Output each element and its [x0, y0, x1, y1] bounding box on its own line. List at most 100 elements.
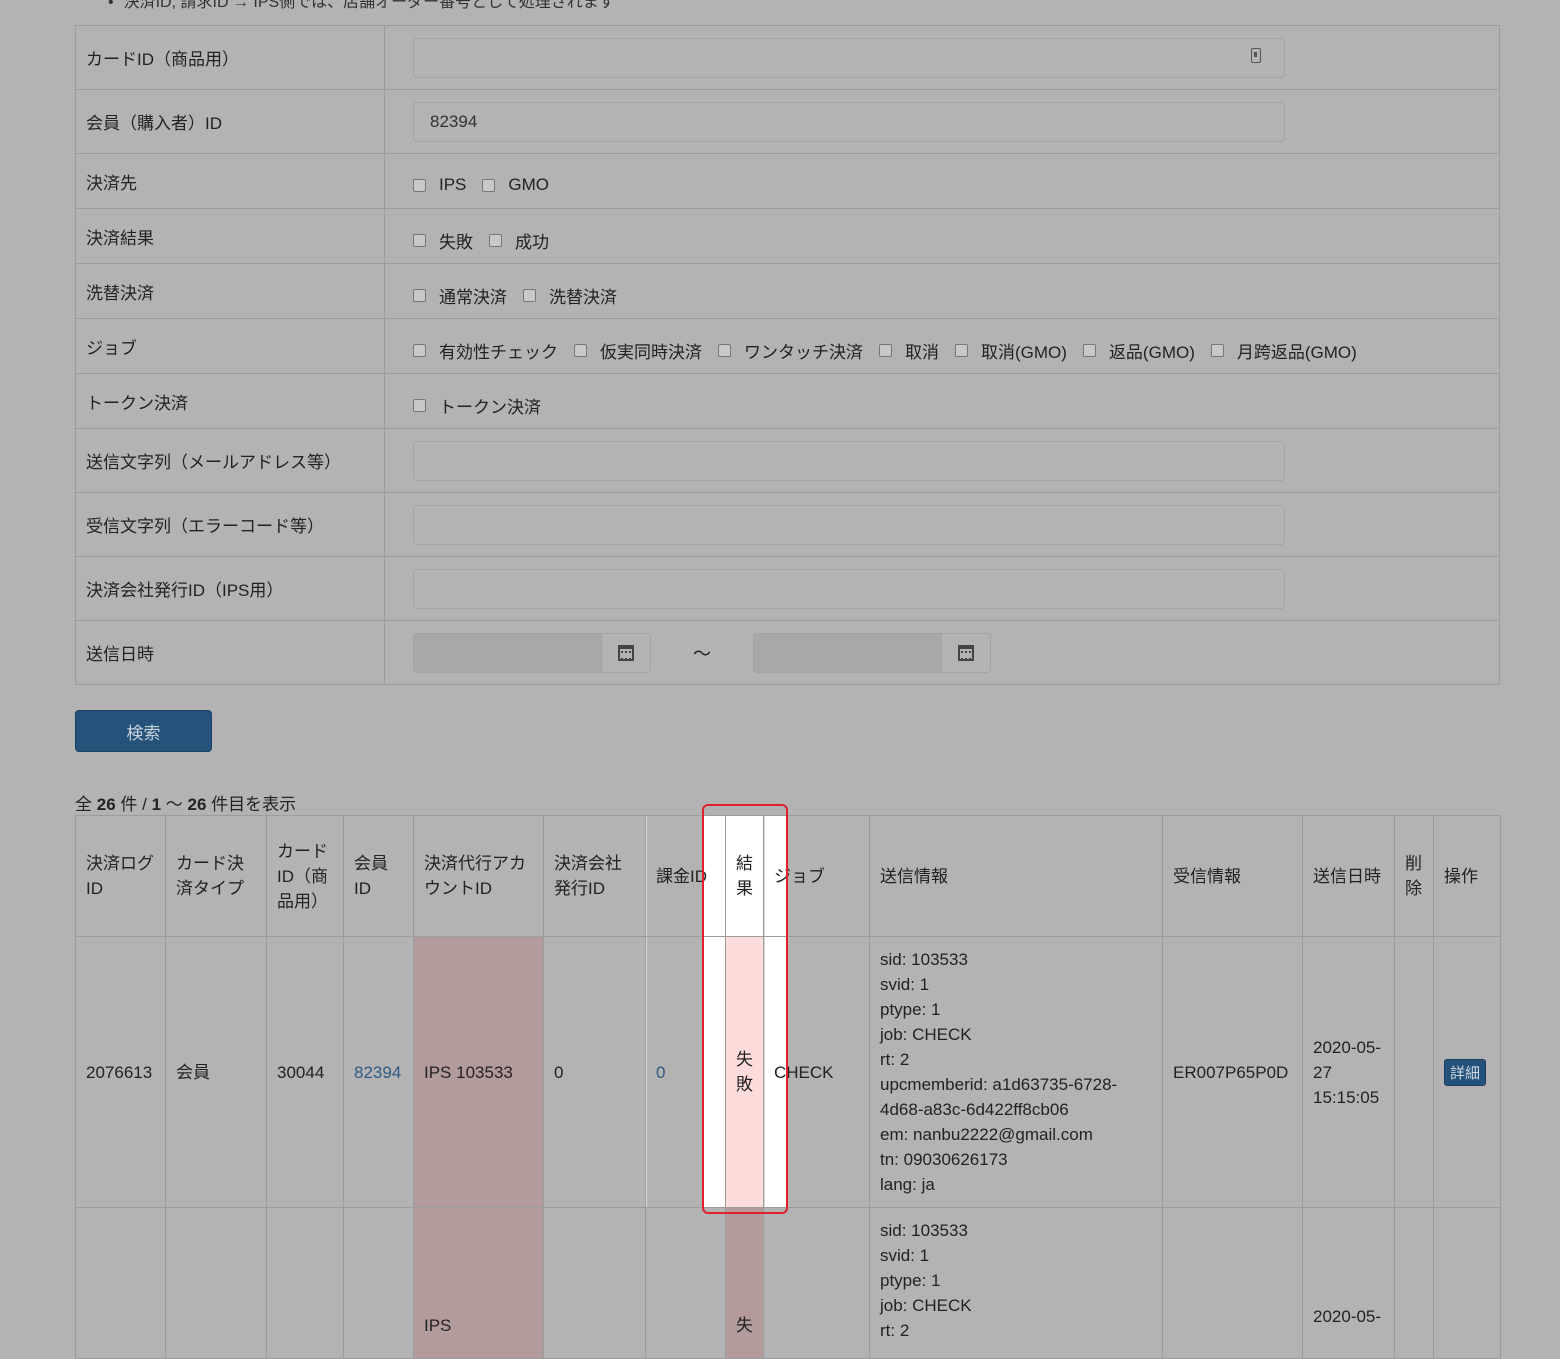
search-button[interactable]: 検索 — [75, 710, 212, 752]
table-row: IPS 失 sid: 103533 svid: 1 ptype: 1 job: … — [75, 1207, 1501, 1359]
result-label: 決済結果 — [75, 208, 385, 264]
send-info-line: tn: 09030626173 — [880, 1150, 1008, 1169]
charge-id-link[interactable]: 0 — [656, 1063, 665, 1082]
switch-replace-checkbox[interactable] — [523, 288, 536, 302]
top-note: 決済ID, 請求ID → IPS側では、店舗オーダー番号として処理されます — [108, 0, 615, 12]
col-header: 課金ID — [645, 815, 726, 937]
result-fail-checkbox[interactable] — [413, 233, 426, 247]
card-id-cell: 30044 — [266, 936, 344, 1208]
result-success-label: 成功 — [515, 232, 549, 252]
col-header: 送信情報 — [869, 815, 1163, 937]
member-id-input[interactable] — [413, 101, 1285, 142]
token-option-label: トークン決済 — [439, 397, 541, 417]
action-cell: 詳細 — [1433, 936, 1501, 1208]
payee-ips-label: IPS — [439, 175, 467, 194]
account-id-text: IPS — [424, 1316, 452, 1335]
send-string-input[interactable] — [413, 440, 1285, 481]
col-header: ジョブ — [763, 815, 870, 937]
col-header-result: 結果 — [725, 815, 764, 937]
member-id-cell: 82394 — [343, 936, 414, 1208]
send-date-cell: 2020-05-27 15:15:05 — [1302, 936, 1395, 1208]
send-date-cell: 2020-05- — [1302, 1207, 1395, 1359]
payee-gmo-label: GMO — [508, 175, 550, 194]
switch-normal-checkbox[interactable] — [413, 288, 426, 302]
payee-label: 決済先 — [75, 153, 385, 209]
col-header: 会員ID — [343, 815, 414, 937]
send-info-line: sid: 103533 — [880, 950, 968, 969]
job-option-label: 取消(GMO) — [981, 342, 1067, 362]
job-cancel-gmo-checkbox[interactable] — [955, 343, 968, 357]
col-header: 決済ログID — [75, 815, 166, 937]
col-header: カード決済タイプ — [165, 815, 267, 937]
job-cancel-checkbox[interactable] — [879, 343, 892, 357]
contact-card-icon — [1251, 48, 1261, 63]
job-auth-capture-checkbox[interactable] — [574, 343, 587, 357]
send-info-line: rt: 2 — [880, 1050, 910, 1069]
send-info-line: svid: 1 — [880, 975, 930, 994]
send-info-line: upcmemberid: a1d63735-6728-4d68-a83c-6d4… — [880, 1075, 1118, 1119]
member-id-label: 会員（購入者）ID — [75, 89, 385, 154]
job-label: ジョブ — [75, 318, 385, 374]
col-header: 操作 — [1433, 815, 1501, 937]
delete-cell — [1394, 936, 1434, 1208]
send-info-cell: sid: 103533 svid: 1 ptype: 1 job: CHECK … — [869, 1207, 1163, 1359]
payee-ips-checkbox[interactable] — [413, 178, 426, 192]
calendar-icon — [618, 644, 634, 661]
job-return-gmo-checkbox[interactable] — [1082, 343, 1096, 357]
payee-gmo-checkbox[interactable] — [482, 178, 496, 192]
send-info-line: ptype: 1 — [880, 1000, 941, 1019]
col-header: カードID（商品用） — [266, 815, 344, 937]
result-count: 全 26 件 / 1 ～ 26 件目を表示 — [75, 795, 297, 814]
send-date-to-input[interactable] — [753, 632, 941, 673]
calendar-icon — [958, 644, 974, 661]
send-info-line: svid: 1 — [880, 1246, 930, 1265]
col-header: 受信情報 — [1162, 815, 1303, 937]
job-onetouch-checkbox[interactable] — [718, 343, 731, 357]
charge-id-cell: 0 — [645, 936, 726, 1208]
token-label: トークン決済 — [75, 373, 385, 429]
recv-string-input[interactable] — [413, 504, 1285, 545]
account-id-cell: IPS 103533 — [413, 936, 544, 1208]
job-validity-checkbox[interactable] — [413, 343, 426, 357]
send-info-line: ptype: 1 — [880, 1271, 941, 1290]
send-info-line: job: CHECK — [880, 1025, 972, 1044]
card-id-input[interactable] — [413, 37, 1285, 78]
account-id-cell: IPS — [413, 1207, 544, 1359]
send-date-text: 2020-05- — [1313, 1307, 1382, 1326]
result-cell: 失敗 — [725, 936, 764, 1208]
recv-string-label: 受信文字列（エラーコード等） — [75, 492, 385, 557]
col-header: 送信日時 — [1302, 815, 1395, 937]
table-row: 2076613 会員 30044 82394 IPS 103533 0 0 失敗… — [75, 936, 1501, 1208]
issuer-id-input[interactable] — [413, 568, 1285, 609]
send-info-line: rt: 2 — [880, 1321, 910, 1340]
send-date-from-input[interactable] — [413, 632, 601, 673]
member-id-link[interactable]: 82394 — [354, 1063, 401, 1082]
col-header: 削除 — [1394, 815, 1434, 937]
job-cell: CHECK — [763, 936, 870, 1208]
send-date-from-calendar-button[interactable] — [601, 632, 651, 673]
send-string-label: 送信文字列（メールアドレス等） — [75, 428, 385, 493]
date-range-tilde: ～ — [693, 643, 711, 664]
detail-button[interactable]: 詳細 — [1444, 1058, 1487, 1086]
recv-info-cell: ER007P65P0D — [1162, 936, 1303, 1208]
table-header-row: 決済ログID カード決済タイプ カードID（商品用） 会員ID 決済代行アカウン… — [75, 815, 1501, 937]
issuer-id-cell: 0 — [543, 936, 646, 1208]
switch-label: 洗替決済 — [75, 263, 385, 319]
search-form: カードID（商品用） 会員（購入者）ID 決済先 IPS GMO 決済結果 失敗… — [75, 25, 1500, 685]
job-cross-month-return-gmo-checkbox[interactable] — [1210, 343, 1224, 357]
switch-normal-label: 通常決済 — [439, 287, 507, 307]
result-success-checkbox[interactable] — [489, 233, 502, 247]
send-info-line: job: CHECK — [880, 1296, 972, 1315]
card-type-cell: 会員 — [165, 936, 267, 1208]
switch-replace-label: 洗替決済 — [549, 287, 617, 307]
send-date-to-calendar-button[interactable] — [941, 632, 991, 673]
job-option-label: 返品(GMO) — [1108, 342, 1195, 362]
send-info-line: lang: ja — [880, 1175, 935, 1194]
results-table: 決済ログID カード決済タイプ カードID（商品用） 会員ID 決済代行アカウン… — [75, 815, 1501, 1359]
token-checkbox[interactable] — [413, 398, 426, 412]
col-header: 決済会社発行ID — [543, 815, 646, 937]
issuer-id-label: 決済会社発行ID（IPS用） — [75, 556, 385, 621]
result-text: 失 — [736, 1316, 753, 1335]
log-id-cell: 2076613 — [75, 936, 166, 1208]
card-id-label: カードID（商品用） — [75, 25, 385, 90]
